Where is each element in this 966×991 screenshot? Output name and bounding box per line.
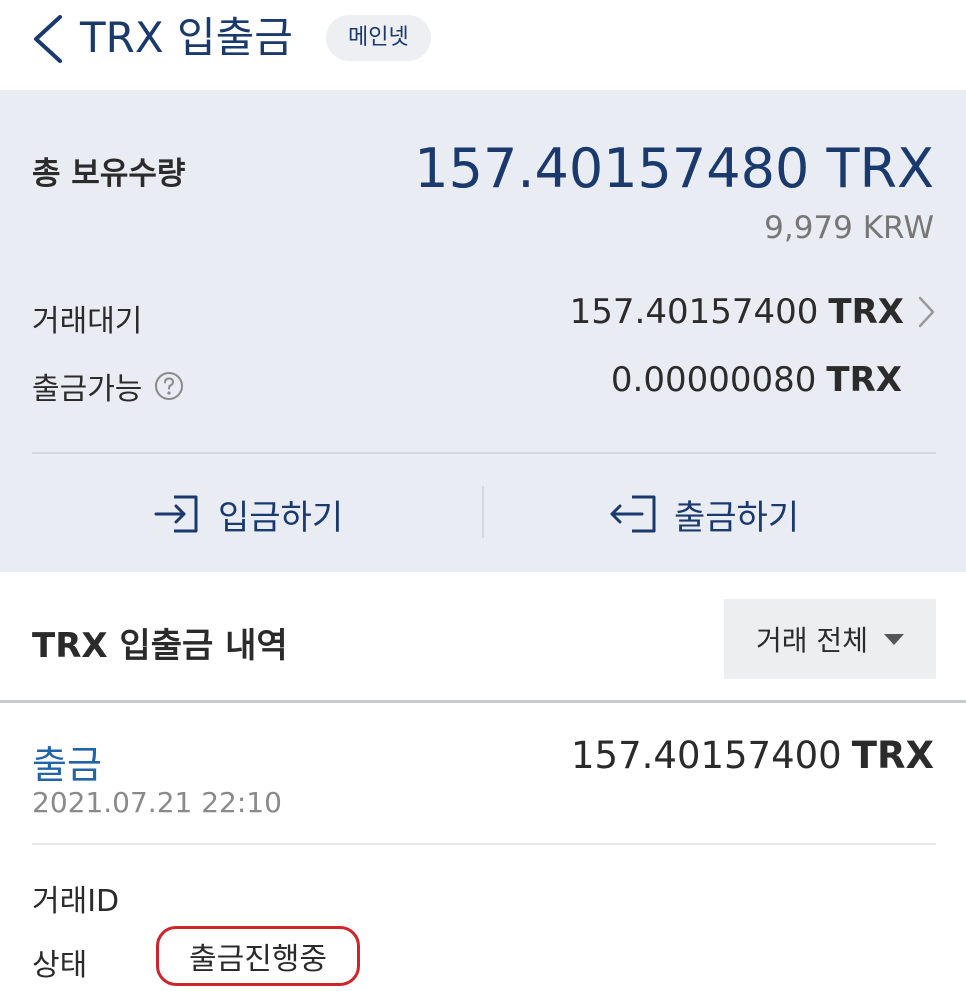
- app-header: TRX 입출금 메인넷: [0, 0, 966, 90]
- withdraw-button-label: 출금하기: [674, 497, 800, 538]
- pending-amount: 157.40157400: [569, 292, 819, 332]
- filter-label: 거래 전체: [756, 624, 868, 657]
- withdrawable-row-label: 출금가능: [32, 364, 184, 408]
- back-button[interactable]: [22, 8, 72, 70]
- action-separator: [482, 486, 484, 538]
- withdrawable-unit: TRX: [826, 360, 902, 400]
- transaction-divider: [32, 843, 936, 845]
- chevron-right-icon[interactable]: [916, 295, 936, 329]
- history-title: TRX 입출금 내역: [32, 626, 288, 666]
- chevron-left-icon: [34, 15, 62, 63]
- transaction-amount-row: 157.40157400 TRX: [571, 734, 934, 777]
- transaction-filter-dropdown[interactable]: 거래 전체: [724, 599, 936, 679]
- deposit-button-label: 입금하기: [218, 497, 344, 538]
- withdrawable-row-value: 0.00000080 TRX: [611, 360, 902, 400]
- withdrawable-label: 출금가능: [32, 372, 143, 407]
- balance-summary: 총 보유수량 157.40157480 TRX 9,979 KRW 거래대기 1…: [0, 90, 966, 572]
- status-label: 상태: [32, 948, 88, 983]
- page-title: TRX 입출금: [80, 13, 293, 62]
- withdrawable-amount: 0.00000080: [610, 360, 817, 400]
- question-circle-icon[interactable]: [154, 371, 184, 401]
- status-value: 출금진행중: [156, 926, 360, 986]
- deposit-button[interactable]: 입금하기: [152, 488, 343, 540]
- txid-label: 거래ID: [32, 884, 120, 919]
- total-holdings-krw: 9,979 KRW: [764, 210, 934, 246]
- withdraw-button[interactable]: 출금하기: [606, 488, 799, 540]
- caret-down-icon: [883, 633, 904, 645]
- total-holdings-label: 총 보유수량: [32, 156, 186, 192]
- transaction-amount: 157.40157400: [571, 734, 842, 777]
- network-badge: 메인넷: [326, 15, 431, 61]
- pending-row-value[interactable]: 157.40157400 TRX: [570, 292, 936, 332]
- total-holdings-amount: 157.40157480 TRX: [414, 137, 934, 200]
- transaction-type: 출금: [32, 743, 102, 787]
- pending-unit: TRX: [828, 292, 904, 332]
- deposit-icon: [154, 495, 198, 533]
- transaction-unit: TRX: [851, 734, 934, 777]
- pending-label: 거래대기: [32, 304, 143, 339]
- summary-divider: [32, 452, 936, 454]
- withdraw-icon: [610, 495, 656, 533]
- history-divider: [0, 700, 966, 703]
- transaction-date: 2021.07.21 22:10: [32, 786, 282, 819]
